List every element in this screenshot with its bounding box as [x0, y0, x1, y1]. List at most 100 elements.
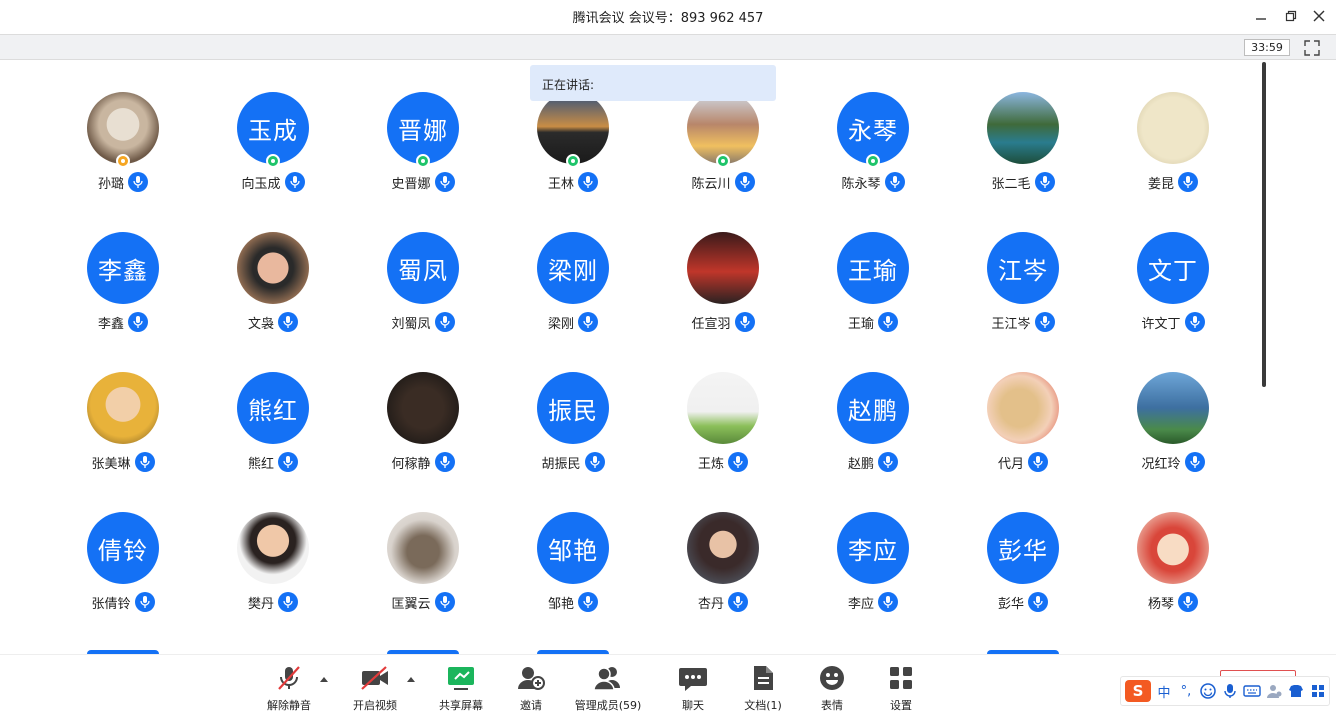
- participant-tile[interactable]: 文丁 许文丁: [1098, 230, 1248, 370]
- participant-tile[interactable]: 王瑜 王瑜: [798, 230, 948, 370]
- participant-scrollbar[interactable]: [1262, 62, 1266, 387]
- ime-language-toggle[interactable]: 中: [1155, 680, 1173, 702]
- participant-tile[interactable]: 赵鹏 赵鹏: [798, 370, 948, 510]
- participant-tile[interactable]: 张二毛: [948, 90, 1098, 230]
- participant-mic-button[interactable]: [134, 452, 155, 472]
- participant-tile[interactable]: 孙璐: [48, 90, 198, 230]
- participant-tile[interactable]: 代月: [948, 370, 1098, 510]
- ime-emoji-icon[interactable]: [1199, 680, 1217, 702]
- participant-mic-button[interactable]: [1028, 452, 1048, 472]
- participant-mic-button[interactable]: [284, 172, 305, 192]
- unmute-button[interactable]: 解除静音: [266, 663, 312, 719]
- participant-tile[interactable]: 王林: [498, 90, 648, 230]
- participant-name-row: 张倩铃: [48, 592, 198, 612]
- participant-tile[interactable]: 匡翼云: [348, 510, 498, 650]
- chat-button[interactable]: 聊天: [677, 663, 709, 719]
- participant-avatar-photo: [387, 512, 459, 584]
- participant-tile[interactable]: 蜀凤 刘蜀凤: [348, 230, 498, 370]
- participant-mic-button[interactable]: [578, 312, 598, 332]
- participant-mic-button[interactable]: [878, 312, 898, 332]
- participant-avatar-photo: [1137, 92, 1209, 164]
- participant-tile[interactable]: 何稼静: [348, 370, 498, 510]
- participant-mic-button[interactable]: [1034, 172, 1055, 192]
- manage-members-button[interactable]: 管理成员(59): [575, 663, 641, 719]
- participant-tile[interactable]: 振民 胡振民: [498, 370, 648, 510]
- video-options-caret[interactable]: [407, 677, 415, 682]
- minimize-button[interactable]: [1250, 6, 1272, 26]
- participant-mic-button[interactable]: [878, 452, 898, 472]
- participant-mic-button[interactable]: [878, 592, 898, 612]
- participant-mic-button[interactable]: [1028, 592, 1048, 612]
- participant-mic-button[interactable]: [134, 592, 155, 612]
- participant-tile[interactable]: 彭华 彭华: [948, 510, 1098, 650]
- participant-tile[interactable]: 姜昆: [1098, 90, 1248, 230]
- participant-mic-button[interactable]: [1034, 312, 1055, 332]
- participant-tile[interactable]: 江岑 王江岑: [948, 230, 1098, 370]
- participant-name: 陈云川: [691, 176, 731, 192]
- participant-mic-button[interactable]: [734, 172, 755, 192]
- close-button[interactable]: [1308, 6, 1330, 26]
- ime-skin-shirt-icon[interactable]: [1287, 680, 1305, 702]
- settings-button[interactable]: 设置: [885, 663, 917, 719]
- participant-tile[interactable]: 熊红 熊红: [198, 370, 348, 510]
- fullscreen-button[interactable]: [1303, 39, 1321, 57]
- participant-tile[interactable]: 杨琴: [1098, 510, 1248, 650]
- cohost-badge-icon: [266, 154, 280, 168]
- mic-icon: [439, 596, 450, 608]
- participant-mic-button[interactable]: [278, 312, 298, 332]
- ime-user-icon[interactable]: [1265, 680, 1283, 702]
- participant-tile[interactable]: 倩铃 张倩铃: [48, 510, 198, 650]
- participant-mic-button[interactable]: [128, 312, 148, 332]
- participant-tile[interactable]: 王炼: [648, 370, 798, 510]
- audio-options-caret[interactable]: [320, 677, 328, 682]
- participant-tile[interactable]: 永琴 陈永琴: [798, 90, 948, 230]
- start-video-button[interactable]: 开启视频: [350, 663, 400, 719]
- ime-toolbar: S 中 °,: [1120, 676, 1330, 706]
- participant-mic-button[interactable]: [278, 452, 298, 472]
- invite-button[interactable]: 邀请: [515, 663, 547, 719]
- participant-tile[interactable]: 晋娜 史晋娜: [348, 90, 498, 230]
- muted-mic-icon: [273, 663, 305, 693]
- participant-tile[interactable]: 梁刚 梁刚: [498, 230, 648, 370]
- participant-tile[interactable]: 张美琳: [48, 370, 198, 510]
- documents-button[interactable]: 文档(1): [744, 663, 782, 719]
- participant-mic-button[interactable]: [128, 172, 148, 192]
- participant-tile[interactable]: 文袅: [198, 230, 348, 370]
- participant-tile[interactable]: 李鑫 李鑫: [48, 230, 198, 370]
- participant-mic-button[interactable]: [1178, 592, 1198, 612]
- participant-avatar-photo: [687, 512, 759, 584]
- participant-tile[interactable]: 杏丹: [648, 510, 798, 650]
- participant-tile[interactable]: 玉成 向玉成: [198, 90, 348, 230]
- reactions-button[interactable]: 表情: [816, 663, 848, 719]
- participant-mic-button[interactable]: [884, 172, 905, 192]
- share-screen-button[interactable]: 共享屏幕: [437, 663, 485, 719]
- participant-tile[interactable]: 李应 李应: [798, 510, 948, 650]
- restore-button[interactable]: [1280, 6, 1302, 26]
- participant-mic-button[interactable]: [578, 592, 598, 612]
- participant-mic-button[interactable]: [434, 592, 455, 612]
- sogou-logo-icon[interactable]: S: [1125, 680, 1151, 702]
- participant-mic-button[interactable]: [578, 172, 598, 192]
- ime-voice-icon[interactable]: [1221, 680, 1239, 702]
- participant-tile[interactable]: 况红玲: [1098, 370, 1248, 510]
- participant-mic-button[interactable]: [1184, 312, 1205, 332]
- participant-mic-button[interactable]: [728, 452, 748, 472]
- participant-tile[interactable]: 陈云川: [648, 90, 798, 230]
- participant-mic-button[interactable]: [1184, 452, 1205, 472]
- participant-name-row: 许文丁: [1098, 312, 1248, 332]
- participant-mic-button[interactable]: [434, 312, 455, 332]
- participant-name-row: 胡振民: [498, 452, 648, 472]
- participant-tile[interactable]: 任宣羽: [648, 230, 798, 370]
- ime-menu-grid-icon[interactable]: [1309, 680, 1327, 702]
- participant-mic-button[interactable]: [434, 452, 455, 472]
- participant-mic-button[interactable]: [728, 592, 748, 612]
- participant-mic-button[interactable]: [278, 592, 298, 612]
- ime-keyboard-icon[interactable]: [1243, 680, 1261, 702]
- participant-mic-button[interactable]: [434, 172, 455, 192]
- participant-mic-button[interactable]: [1178, 172, 1198, 192]
- ime-punctuation-toggle[interactable]: °,: [1177, 680, 1195, 702]
- participant-mic-button[interactable]: [734, 312, 755, 332]
- participant-tile[interactable]: 邹艳 邹艳: [498, 510, 648, 650]
- participant-mic-button[interactable]: [584, 452, 605, 472]
- participant-tile[interactable]: 樊丹: [198, 510, 348, 650]
